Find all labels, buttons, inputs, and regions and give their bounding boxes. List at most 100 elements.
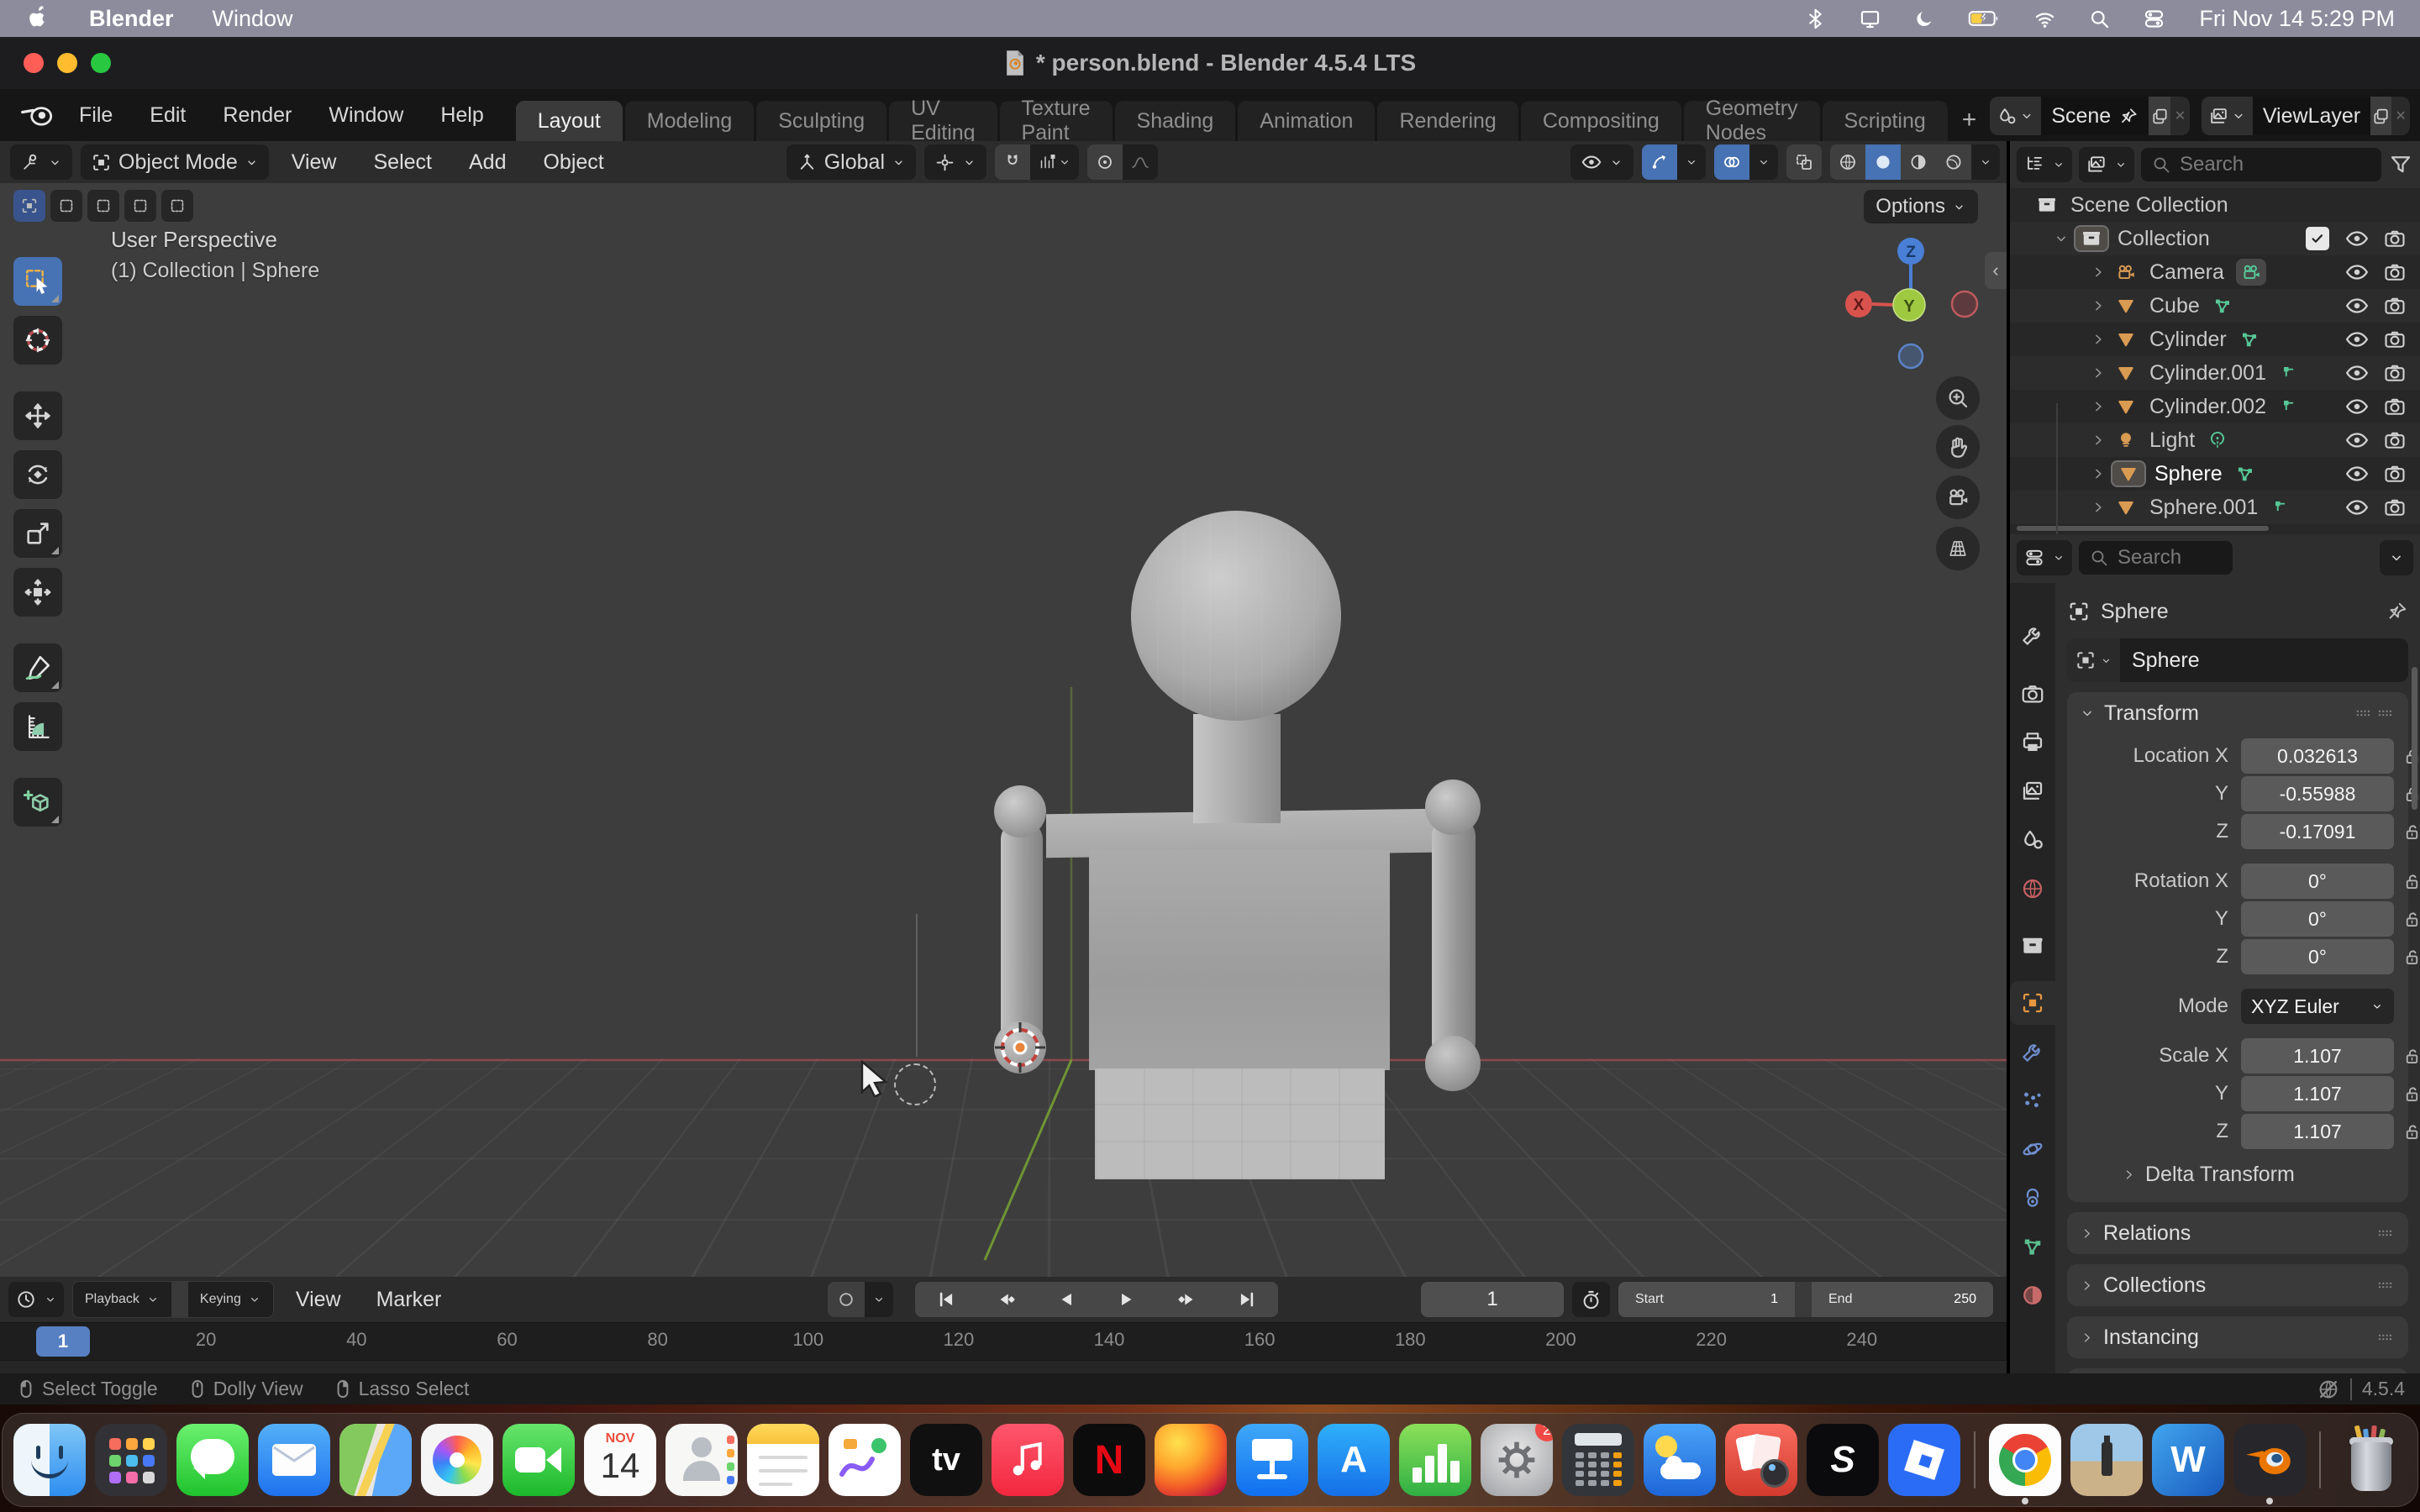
dock-item-launchpad[interactable] bbox=[94, 1424, 168, 1496]
menubar-clock[interactable]: Fri Nov 14 5:29 PM bbox=[2199, 6, 2395, 32]
disable-render-icon[interactable] bbox=[2383, 227, 2407, 250]
properties-options-button[interactable] bbox=[2380, 540, 2413, 575]
viewlayer-name[interactable]: ViewLayer bbox=[2263, 104, 2360, 129]
end-frame-field[interactable]: End250 bbox=[1812, 1282, 1993, 1317]
delta-transform-header[interactable]: Delta Transform bbox=[2067, 1155, 2408, 1194]
dock-item-numbers[interactable] bbox=[1398, 1424, 1472, 1496]
tool-add-primitive[interactable] bbox=[13, 778, 62, 827]
lock-icon[interactable] bbox=[2394, 1121, 2420, 1142]
tool-cursor[interactable] bbox=[13, 316, 62, 365]
disable-render-icon[interactable] bbox=[2383, 361, 2407, 385]
expand-icon[interactable] bbox=[2086, 465, 2111, 482]
shading-mode-buttons[interactable] bbox=[1830, 144, 2000, 180]
snap-to-selector[interactable] bbox=[1030, 144, 1079, 180]
value-field[interactable]: -0.17091 bbox=[2241, 814, 2394, 849]
tool-transform[interactable] bbox=[13, 568, 62, 617]
lock-icon[interactable] bbox=[2394, 947, 2420, 968]
scene-browse-button[interactable] bbox=[1990, 97, 2041, 135]
dock-item-notes[interactable] bbox=[746, 1424, 820, 1496]
close-window-button[interactable] bbox=[24, 53, 44, 73]
outliner-row-light[interactable]: Light bbox=[2010, 423, 2420, 457]
disable-render-icon[interactable] bbox=[2383, 395, 2407, 418]
navigation-gizmo[interactable]: Z X Y bbox=[1822, 223, 1990, 375]
value-field[interactable]: -0.55988 bbox=[2241, 776, 2394, 811]
expand-icon[interactable] bbox=[2086, 297, 2111, 314]
dock-item-preview-photo[interactable] bbox=[2070, 1424, 2144, 1496]
workspace-tab-rendering[interactable]: Rendering bbox=[1377, 101, 1518, 141]
properties-tab-constraints[interactable] bbox=[2010, 1176, 2055, 1220]
camera-view-button[interactable] bbox=[1936, 475, 1980, 519]
topbar-menu-help[interactable]: Help bbox=[422, 103, 502, 128]
timeline-track-area[interactable] bbox=[0, 1360, 2007, 1374]
use-preview-range-button[interactable] bbox=[1572, 1282, 1610, 1317]
timeline-editor-type-button[interactable] bbox=[8, 1282, 64, 1317]
object-name-field[interactable]: Sphere bbox=[2067, 638, 2408, 682]
start-frame-field[interactable]: Start1 bbox=[1618, 1282, 1795, 1317]
model-arm-right[interactable] bbox=[1432, 815, 1476, 1063]
add-workspace-button[interactable]: + bbox=[1950, 106, 1991, 141]
outliner-row-collection[interactable]: Collection bbox=[2010, 222, 2420, 255]
outliner-row-cylinder-002[interactable]: Cylinder.002 bbox=[2010, 390, 2420, 423]
model-hand-right[interactable] bbox=[1425, 1036, 1481, 1091]
expand-icon[interactable] bbox=[2086, 331, 2111, 348]
workspace-tab-scripting[interactable]: Scripting bbox=[1823, 101, 1948, 141]
outliner-search-input[interactable]: Search bbox=[2141, 148, 2381, 181]
dock-item-keynote[interactable] bbox=[1235, 1424, 1309, 1496]
auto-keyframe-dropdown[interactable] bbox=[865, 1282, 893, 1317]
dock-item-contacts[interactable] bbox=[665, 1424, 739, 1496]
dock-item-tv[interactable]: tv bbox=[909, 1424, 983, 1496]
proportional-toggle[interactable] bbox=[1087, 144, 1123, 180]
workspace-tab-compositing[interactable]: Compositing bbox=[1521, 101, 1681, 141]
3d-viewport[interactable]: User Perspective (1) Collection | Sphere… bbox=[0, 183, 2007, 1277]
properties-tab-physics[interactable] bbox=[2010, 1127, 2055, 1171]
model-shoulder-left[interactable] bbox=[994, 785, 1046, 837]
properties-tab-world[interactable] bbox=[2010, 867, 2055, 911]
properties-tab-tool[interactable] bbox=[2010, 613, 2055, 657]
outliner-row-camera[interactable]: Camera bbox=[2010, 255, 2420, 289]
outliner-row-cylinder-001[interactable]: Cylinder.001 bbox=[2010, 356, 2420, 390]
select-mode-box[interactable] bbox=[50, 190, 82, 222]
timeline-menu-marker[interactable]: Marker bbox=[363, 1288, 455, 1312]
bluetooth-icon[interactable] bbox=[1804, 8, 1827, 30]
model-neck[interactable] bbox=[1193, 714, 1281, 823]
shading-material-button[interactable] bbox=[1901, 144, 1936, 180]
gizmo-dropdown[interactable] bbox=[1677, 144, 1706, 180]
tool-move[interactable] bbox=[13, 391, 62, 440]
lock-icon[interactable] bbox=[2394, 1046, 2420, 1067]
dock-item-trash[interactable] bbox=[2333, 1424, 2407, 1496]
playhead[interactable]: 1 bbox=[36, 1326, 90, 1357]
dock-item-roblox[interactable] bbox=[1887, 1424, 1961, 1496]
disable-render-icon[interactable] bbox=[2383, 294, 2407, 318]
lock-icon[interactable] bbox=[2394, 822, 2420, 843]
panel-collections[interactable]: Collections bbox=[2067, 1264, 2408, 1306]
keying-menu[interactable]: Keying bbox=[188, 1282, 273, 1317]
dock-item-messages[interactable] bbox=[176, 1424, 250, 1496]
disable-render-icon[interactable] bbox=[2383, 462, 2407, 486]
outliner-row-sphere-001[interactable]: Sphere.001 bbox=[2010, 491, 2420, 524]
hide-viewport-icon[interactable] bbox=[2344, 495, 2370, 520]
dock-item-firefox[interactable] bbox=[1154, 1424, 1228, 1496]
workspace-tab-layout[interactable]: Layout bbox=[516, 101, 623, 141]
expand-icon[interactable] bbox=[2086, 499, 2111, 516]
properties-tab-particles[interactable] bbox=[2010, 1079, 2055, 1122]
remove-viewlayer-button[interactable]: ✕ bbox=[2391, 97, 2410, 135]
workspace-tab-geometry-nodes[interactable]: Geometry Nodes bbox=[1684, 101, 1820, 141]
jump-to-start-button[interactable] bbox=[915, 1282, 976, 1317]
topbar-menu-window[interactable]: Window bbox=[310, 103, 422, 128]
lock-icon[interactable] bbox=[2394, 871, 2420, 892]
pin-id-icon[interactable] bbox=[2386, 601, 2408, 622]
dock-item-weather[interactable] bbox=[1643, 1424, 1717, 1496]
pivot-point-selector[interactable] bbox=[924, 144, 986, 180]
dock-item-music[interactable] bbox=[991, 1424, 1065, 1496]
auto-keyframe-toggle[interactable] bbox=[828, 1282, 865, 1317]
shading-wireframe-button[interactable] bbox=[1830, 144, 1865, 180]
properties-search-input[interactable]: Search bbox=[2079, 541, 2233, 575]
select-mode-paint[interactable] bbox=[161, 190, 193, 222]
blender-logo-icon[interactable] bbox=[20, 101, 55, 129]
panel-relations[interactable]: Relations bbox=[2067, 1212, 2408, 1254]
dock-item-word[interactable]: W bbox=[2151, 1424, 2225, 1496]
topbar-menu-render[interactable]: Render bbox=[204, 103, 310, 128]
zoom-view-button[interactable] bbox=[1936, 376, 1980, 420]
hide-viewport-icon[interactable] bbox=[2344, 360, 2370, 386]
show-gizmo-toggle[interactable] bbox=[1642, 144, 1677, 180]
